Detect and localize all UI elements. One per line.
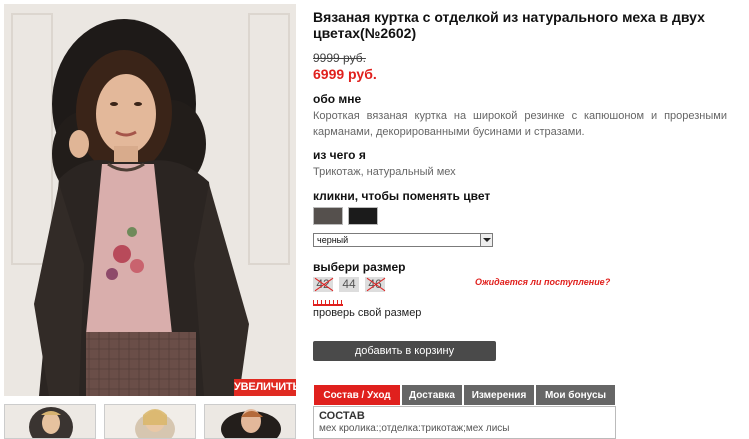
thumbnail-image bbox=[105, 405, 195, 438]
color-select-value: черный bbox=[317, 235, 349, 245]
color-swatch-gray[interactable] bbox=[313, 207, 343, 225]
size-heading: выбери размер bbox=[313, 260, 406, 274]
tab-measurements[interactable]: Измерения bbox=[463, 384, 535, 406]
thumbnail-strip bbox=[4, 404, 296, 439]
product-title: Вязаная куртка с отделкой из натуральног… bbox=[313, 9, 705, 41]
zoom-button[interactable]: УВЕЛИЧИТЬ bbox=[234, 379, 300, 396]
thumbnail-3[interactable] bbox=[204, 404, 296, 439]
add-to-cart-button[interactable]: добавить в корзину bbox=[313, 341, 496, 361]
thumbnail-2[interactable] bbox=[104, 404, 196, 439]
thumbnail-1[interactable] bbox=[4, 404, 96, 439]
info-tabs: Состав / Уход Доставка Измерения Мои бон… bbox=[313, 384, 616, 406]
color-select[interactable]: черный bbox=[313, 233, 493, 247]
tab-bonuses[interactable]: Мои бонусы bbox=[535, 384, 616, 406]
new-price: 6999 руб. bbox=[313, 66, 377, 82]
tab-delivery[interactable]: Доставка bbox=[401, 384, 463, 406]
old-price: 9999 руб. bbox=[313, 51, 366, 65]
check-size-link[interactable]: проверь свой размер bbox=[313, 307, 421, 319]
thumbnail-image bbox=[205, 405, 295, 438]
about-heading: обо мне bbox=[313, 92, 362, 106]
product-main-photo[interactable] bbox=[4, 4, 296, 396]
size-option-44[interactable]: 44 bbox=[339, 277, 359, 292]
awaiting-stock-link[interactable]: Ожидается ли поступление? bbox=[475, 277, 610, 287]
size-option-42[interactable]: 42 bbox=[313, 277, 333, 292]
thumbnail-image bbox=[5, 405, 95, 438]
composition-heading: СОСТАВ bbox=[319, 410, 365, 422]
color-swatch-black[interactable] bbox=[348, 207, 378, 225]
material-text: Трикотаж, натуральный мех bbox=[313, 166, 456, 178]
material-heading: из чего я bbox=[313, 148, 366, 162]
tab-panel: СОСТАВ мех кролика:;отделка:трикотаж;мех… bbox=[313, 406, 616, 439]
model-photo-illustration bbox=[4, 4, 296, 396]
about-text: Короткая вязаная куртка на широкой резин… bbox=[313, 110, 727, 138]
composition-text: мех кролика:;отделка:трикотаж;мех лисы bbox=[319, 423, 510, 434]
color-heading: кликни, чтобы поменять цвет bbox=[313, 189, 491, 203]
chevron-down-icon[interactable] bbox=[480, 234, 492, 246]
ruler-icon[interactable] bbox=[313, 299, 343, 306]
tab-composition-care[interactable]: Состав / Уход bbox=[313, 384, 401, 406]
size-option-46[interactable]: 46 bbox=[365, 277, 385, 292]
